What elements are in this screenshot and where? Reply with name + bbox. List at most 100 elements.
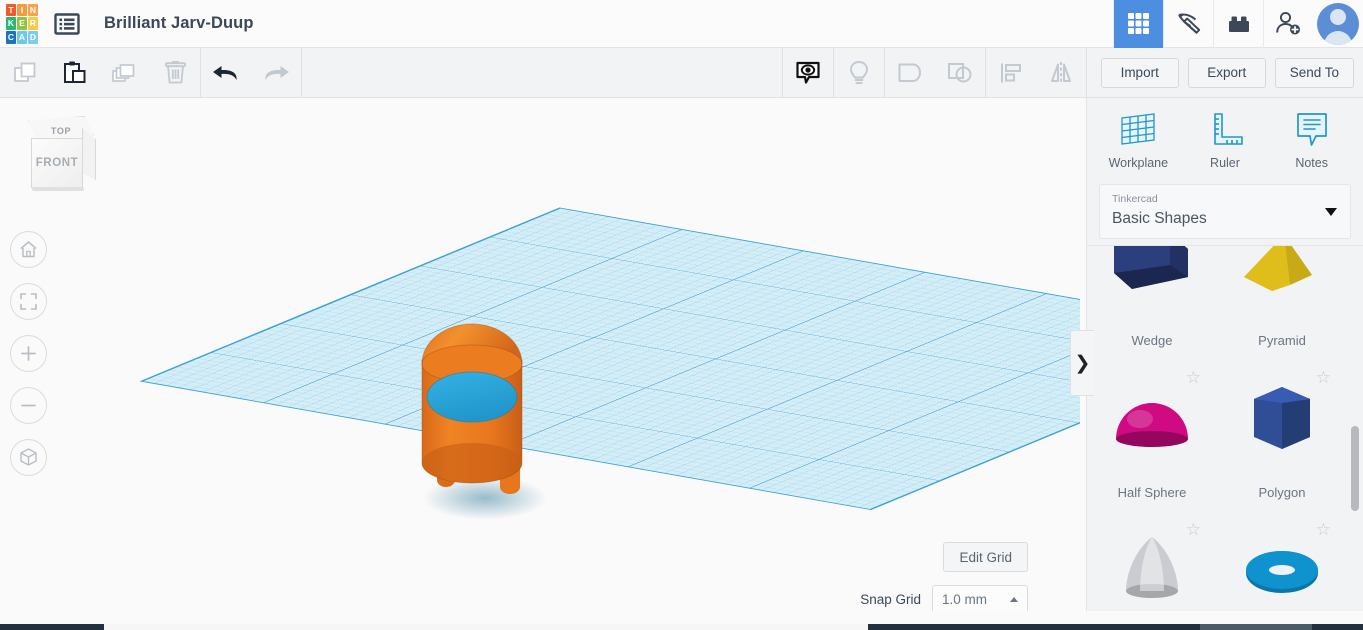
logo-tile-d: D bbox=[28, 30, 38, 44]
perspective-toggle-button[interactable] bbox=[10, 439, 47, 476]
favorite-star-icon[interactable]: ☆ bbox=[1316, 520, 1331, 540]
view-cube-front-label: FRONT bbox=[35, 157, 79, 169]
send-to-button[interactable]: Send To bbox=[1274, 57, 1354, 88]
grid-plane bbox=[139, 207, 1080, 511]
ruler-tool[interactable]: Ruler bbox=[1189, 110, 1261, 170]
copy-icon[interactable] bbox=[0, 48, 50, 98]
snap-grid-label: Snap Grid bbox=[860, 591, 921, 607]
shape-library-value: Basic Shapes bbox=[1112, 209, 1207, 227]
ungroup-shapes-icon[interactable] bbox=[935, 48, 985, 98]
export-button[interactable]: Export bbox=[1187, 57, 1266, 88]
shape-thumbnail bbox=[1217, 246, 1347, 333]
pyramid-shape-art bbox=[1244, 246, 1312, 291]
avatar-body bbox=[1324, 30, 1352, 45]
paste-icon[interactable] bbox=[50, 48, 100, 98]
shape-item[interactable]: ☆ Half Sphere bbox=[1087, 354, 1217, 506]
home-view-button[interactable] bbox=[10, 231, 47, 268]
zoom-out-button[interactable] bbox=[10, 387, 47, 424]
logo-tile-k: K bbox=[6, 17, 16, 30]
logo-tile-c: C bbox=[6, 30, 16, 44]
workplane-tool[interactable]: Workplane bbox=[1102, 110, 1174, 170]
among-us-character bbox=[421, 323, 523, 494]
shape-item[interactable]: ☆Torus bbox=[1217, 506, 1347, 611]
logo-tile-n: N bbox=[28, 3, 38, 17]
shape-library-sublabel: Tinkercad bbox=[1112, 193, 1158, 205]
view-cube[interactable]: TOP FRONT bbox=[22, 116, 100, 192]
shape-gallery[interactable]: ☆Wedge☆Pyramid☆Half Sphere☆Polygon☆Parab… bbox=[1087, 245, 1363, 611]
user-avatar[interactable] bbox=[1313, 0, 1363, 48]
caret-up-icon bbox=[1010, 596, 1018, 602]
polygon-shape-art bbox=[1254, 386, 1310, 449]
tinkercad-logo[interactable]: TINKERCAD bbox=[0, 0, 44, 48]
shape-thumbnail bbox=[1087, 246, 1217, 333]
favorite-star-icon[interactable]: ☆ bbox=[1186, 368, 1201, 388]
codeblocks-pickaxe-icon[interactable] bbox=[1163, 0, 1213, 48]
edit-grid-button[interactable]: Edit Grid bbox=[943, 542, 1028, 572]
snap-grid-value: 1.0 mm bbox=[942, 591, 988, 607]
align-icon[interactable] bbox=[986, 48, 1036, 98]
shape-library-select[interactable]: Tinkercad Basic Shapes bbox=[1099, 184, 1351, 239]
logo-tile-i: I bbox=[17, 3, 27, 17]
taskbar-segment-grey bbox=[1200, 624, 1312, 630]
view-cube-front-face[interactable]: FRONT bbox=[31, 138, 83, 188]
shape-item-label: Wedge bbox=[1131, 333, 1173, 348]
gallery-scrollbar[interactable] bbox=[1351, 246, 1359, 611]
delete-trash-icon[interactable] bbox=[150, 48, 200, 98]
group-shapes-icon[interactable] bbox=[885, 48, 935, 98]
notes-bubble-icon bbox=[1296, 113, 1327, 146]
clipboard-tool-group bbox=[0, 48, 200, 98]
shapes-panel: Workplane Ruler Notes Tinkercad Basic Sh… bbox=[1086, 98, 1363, 611]
add-user-icon[interactable] bbox=[1263, 0, 1313, 48]
shape-item[interactable]: ☆ Polygon bbox=[1217, 354, 1347, 506]
gallery-scroll-thumb[interactable] bbox=[1351, 426, 1359, 511]
fit-view-button[interactable] bbox=[10, 283, 47, 320]
gallery-grid-icon[interactable] bbox=[1113, 0, 1163, 48]
workplane-tool-label: Workplane bbox=[1108, 156, 1169, 170]
list-menu-icon[interactable] bbox=[44, 0, 90, 48]
view-cube-top-label: TOP bbox=[50, 125, 72, 136]
shape-item-label: Polygon bbox=[1258, 485, 1306, 500]
history-tool-group bbox=[201, 48, 301, 98]
shape-item[interactable]: ☆Wedge bbox=[1087, 246, 1217, 354]
ruler-tool-label: Ruler bbox=[1210, 156, 1240, 170]
view-cube-right-face[interactable] bbox=[82, 128, 96, 180]
paraboloid-shape-art bbox=[1126, 536, 1178, 598]
lightbulb-icon[interactable] bbox=[834, 48, 884, 98]
logo-tile-t: T bbox=[6, 3, 16, 17]
favorite-star-icon[interactable]: ☆ bbox=[1186, 520, 1201, 540]
shape-item[interactable]: ☆Paraboloid bbox=[1087, 506, 1217, 611]
mirror-flip-icon[interactable] bbox=[1036, 48, 1086, 98]
snap-grid-control: Snap Grid 1.0 mm bbox=[860, 585, 1028, 611]
halfsphere-shape-art bbox=[1116, 402, 1188, 447]
redo-arrow-icon[interactable] bbox=[251, 48, 301, 98]
note-eye-icon[interactable] bbox=[783, 48, 833, 98]
top-bar: TINKERCAD Brilliant Jarv-Duup bbox=[0, 0, 1363, 48]
panel-tool-row: Workplane Ruler Notes bbox=[1087, 98, 1363, 180]
duplicate-icon[interactable] bbox=[100, 48, 150, 98]
snap-grid-select[interactable]: 1.0 mm bbox=[932, 585, 1028, 611]
tinkercad-app: TINKERCAD Brilliant Jarv-Duup Import Exp… bbox=[0, 0, 1363, 630]
shape-item-label: Half Sphere bbox=[1117, 485, 1187, 500]
workplane-scene: Workplane bbox=[117, 207, 1080, 611]
workplane-watermark: Workplane bbox=[117, 599, 337, 611]
zoom-in-button[interactable] bbox=[10, 335, 47, 372]
3d-canvas[interactable]: Workplane bbox=[0, 98, 1080, 611]
notes-tool[interactable]: Notes bbox=[1276, 110, 1348, 170]
notes-tool-label: Notes bbox=[1295, 156, 1328, 170]
brick-blocks-icon[interactable] bbox=[1213, 0, 1263, 48]
view-cube-shadow bbox=[32, 187, 84, 191]
logo-tile-r: R bbox=[28, 17, 38, 30]
avatar-head bbox=[1330, 8, 1346, 25]
chevron-down-icon bbox=[1325, 208, 1337, 216]
import-button[interactable]: Import bbox=[1100, 57, 1179, 88]
toolbar-divider bbox=[301, 47, 302, 98]
shape-item[interactable]: ☆Pyramid bbox=[1217, 246, 1347, 354]
wedge-shape-art bbox=[1114, 246, 1188, 289]
taskbar-segment-light bbox=[104, 624, 868, 630]
favorite-star-icon[interactable]: ☆ bbox=[1316, 368, 1331, 388]
logo-tile-e: E bbox=[17, 17, 27, 30]
logo-tile-a: A bbox=[17, 30, 27, 44]
panel-collapse-handle[interactable]: ❯ bbox=[1070, 330, 1094, 396]
document-title[interactable]: Brilliant Jarv-Duup bbox=[104, 14, 254, 33]
undo-arrow-icon[interactable] bbox=[201, 48, 251, 98]
